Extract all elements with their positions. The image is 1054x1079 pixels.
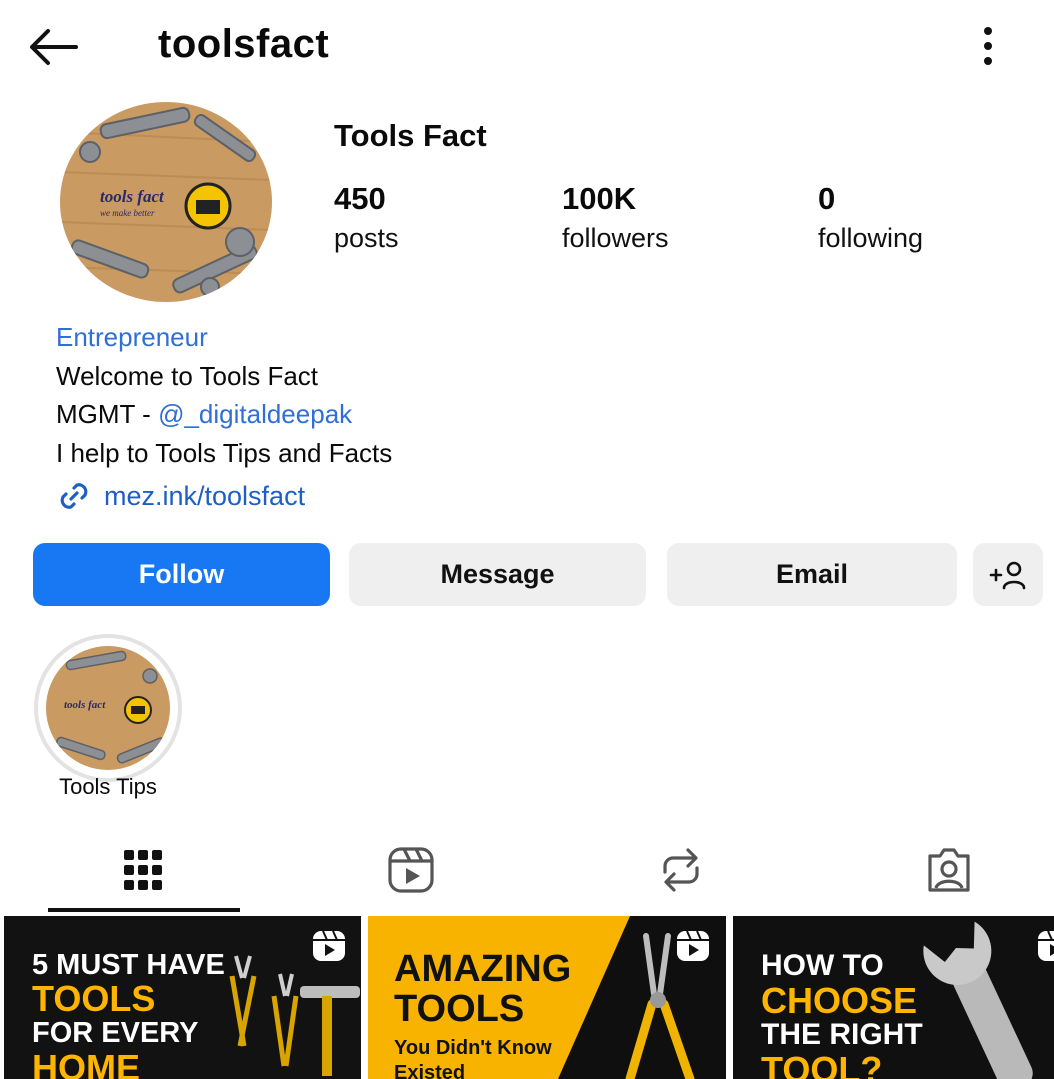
bio-line-3: I help to Tools Tips and Facts (56, 437, 393, 468)
post-1-caption: 5 MUST HAVE TOOLS FOR EVERY HOME (32, 950, 225, 1079)
reel-badge-icon (677, 930, 709, 961)
tab-reposts[interactable] (586, 828, 776, 912)
post-2-caption: AMAZING TOOLS You Didn't Know Existed (394, 948, 572, 1079)
post-1-line-1: 5 MUST HAVE (32, 949, 225, 981)
posts-count-stat[interactable]: 450 posts (334, 180, 399, 258)
story-highlight[interactable]: tools fact (34, 634, 182, 782)
tagged-user-icon (928, 848, 970, 892)
followers-count-stat[interactable]: 100K followers (562, 180, 669, 258)
reel-badge-icon (313, 930, 345, 961)
post-2-line-3: You Didn't Know (394, 1036, 552, 1059)
avatar-logo-tagline: we make better (100, 208, 155, 218)
tab-tagged[interactable] (854, 828, 1044, 912)
following-count: 0 (818, 181, 836, 216)
bio-line-2: MGMT - @_digitaldeepak (56, 395, 392, 434)
profile-website-link[interactable]: mez.ink/toolsfact (56, 476, 305, 516)
post-1-line-4: HOME (32, 1046, 140, 1079)
post-2-line-4: Existed (394, 1061, 466, 1079)
bio-mention-link[interactable]: @_digitaldeepak (158, 399, 352, 429)
post-thumbnail[interactable]: AMAZING TOOLS You Didn't Know Existed (368, 916, 726, 1079)
following-count-stat[interactable]: 0 following (818, 180, 923, 258)
profile-category: Entrepreneur (56, 322, 208, 352)
repost-icon (663, 848, 699, 892)
profile-tabs (0, 828, 1054, 912)
post-3-caption: HOW TO CHOOSE THE RIGHT TOOL? (761, 950, 923, 1079)
post-3-line-4: TOOL? (761, 1048, 883, 1079)
profile-bio: Entrepreneur Welcome to Tools Fact MGMT … (56, 318, 392, 472)
post-thumbnail[interactable]: HOW TO CHOOSE THE RIGHT TOOL? (733, 916, 1054, 1079)
link-icon (60, 483, 88, 509)
profile-display-name: Tools Fact (334, 118, 487, 153)
highlight-logo-text: tools fact (64, 699, 106, 711)
tab-reels[interactable] (316, 828, 506, 912)
post-2-line-2: TOOLS (394, 987, 525, 1030)
post-2-line-1: AMAZING (394, 948, 572, 990)
followers-label: followers (562, 223, 669, 253)
bio-line-2-prefix: MGMT - (56, 399, 159, 429)
highlight-cover: tools fact (46, 646, 170, 770)
profile-username: toolsfact (158, 22, 330, 66)
profile-avatar[interactable]: tools fact we make better (60, 102, 272, 302)
posts-label: posts (334, 223, 399, 253)
post-thumbnail[interactable]: 5 MUST HAVE TOOLS FOR EVERY HOME (4, 916, 361, 1079)
suggest-users-button[interactable] (973, 543, 1043, 606)
add-user-icon (989, 561, 1026, 589)
post-3-line-2: CHOOSE (761, 979, 918, 1021)
posts-count: 450 (334, 181, 386, 216)
active-tab-indicator (48, 908, 240, 912)
followers-count: 100K (562, 181, 637, 216)
following-label: following (818, 223, 924, 253)
reel-badge-icon (1038, 930, 1054, 961)
post-1-line-3: FOR EVERY (32, 1017, 199, 1050)
more-vertical-icon (984, 27, 992, 65)
email-button[interactable]: Email (667, 543, 957, 606)
highlight-label: Tools Tips (59, 774, 157, 799)
post-3-line-1: HOW TO (761, 949, 884, 982)
reels-icon (388, 847, 434, 893)
post-1-line-2: TOOLS (32, 978, 156, 1020)
message-button[interactable]: Message (349, 543, 646, 606)
post-3-line-3: THE RIGHT (761, 1018, 923, 1052)
arrow-left-icon (30, 29, 78, 65)
grid-icon (124, 850, 162, 890)
top-bar: toolsfact (0, 0, 1054, 92)
follow-button[interactable]: Follow (33, 543, 330, 606)
back-button[interactable] (24, 24, 84, 70)
website-link-text: mez.ink/toolsfact (104, 480, 306, 511)
bio-line-1: Welcome to Tools Fact (56, 360, 319, 391)
tab-posts-grid[interactable] (48, 828, 238, 912)
more-options-button[interactable] (968, 24, 1008, 68)
avatar-logo-text: tools fact (100, 187, 165, 206)
